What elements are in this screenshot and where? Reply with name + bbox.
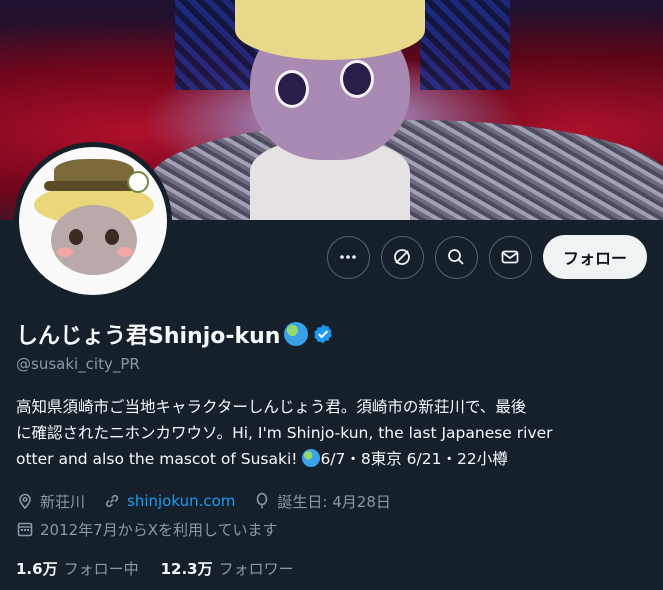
link-icon xyxy=(105,494,119,508)
globe-emoji-icon xyxy=(284,322,309,346)
follow-stats: 1.6万 フォロー中 12.3万 フォロワー xyxy=(16,558,294,579)
followers-count: 12.3万 xyxy=(160,560,213,578)
following-count: 1.6万 xyxy=(16,560,58,578)
verified-badge-icon[interactable] xyxy=(312,323,334,345)
more-button[interactable] xyxy=(326,235,370,279)
location-icon xyxy=(19,493,31,510)
bio: 高知県須崎市ご当地キャラクターしんじょう君。須崎市の新荘川で、最後 に確認された… xyxy=(16,394,636,472)
bio-line: 高知県須崎市ご当地キャラクターしんじょう君。須崎市の新荘川で、最後 xyxy=(16,398,527,416)
banner-mascot-hair xyxy=(235,0,425,60)
profile-meta: 新荘川 shinjokun.com 誕生日: 4月28日 2012年7月からXを… xyxy=(16,488,391,542)
banner-mascot-eye xyxy=(340,60,374,98)
mail-icon xyxy=(502,250,519,264)
grok-button[interactable] xyxy=(380,235,424,279)
avatar-cheek xyxy=(57,247,73,257)
banner-sign-right xyxy=(420,0,510,90)
location-text: 新荘川 xyxy=(40,492,86,511)
bio-line: に確認されたニホンカワウソ。Hi, I'm Shinjo-kun, the la… xyxy=(16,424,553,442)
website-item: shinjokun.com xyxy=(103,492,235,510)
location-item: 新荘川 xyxy=(16,491,85,512)
bio-line: otter and also the mascot of Susaki! 6/7… xyxy=(16,446,636,472)
avatar-face xyxy=(51,205,137,275)
avatar-image xyxy=(19,147,167,295)
avatar[interactable] xyxy=(14,142,172,300)
birthday-text: 誕生日: 4月28日 xyxy=(277,492,391,511)
followers-link[interactable]: 12.3万 フォロワー xyxy=(161,558,294,579)
profile-name-row: しんじょう君Shinjo-kun xyxy=(16,318,334,350)
handle: @susaki_city_PR xyxy=(16,355,140,373)
following-link[interactable]: 1.6万 フォロー中 xyxy=(16,558,139,579)
joined-text: 2012年7月からXを利用しています xyxy=(40,520,278,539)
bio-text: otter and also the mascot of Susaki! xyxy=(16,450,303,468)
followers-label: フォロワー xyxy=(218,560,294,578)
message-button[interactable] xyxy=(488,235,532,279)
grok-icon xyxy=(394,249,411,265)
profile-actions: フォロー xyxy=(326,235,647,279)
globe-emoji-icon xyxy=(302,449,321,467)
following-label: フォロー中 xyxy=(63,560,139,578)
search-icon xyxy=(448,249,465,265)
follow-button[interactable]: フォロー xyxy=(542,235,647,279)
bio-text: 6/7・8東京 6/21・22小樽 xyxy=(320,450,508,468)
calendar-icon xyxy=(17,522,33,537)
avatar-eye xyxy=(69,229,83,245)
search-button[interactable] xyxy=(434,235,478,279)
avatar-cheek xyxy=(117,247,133,257)
banner-mascot-eye xyxy=(275,70,309,108)
avatar-eye xyxy=(105,229,119,245)
website-link[interactable]: shinjokun.com xyxy=(127,492,235,510)
display-name: しんじょう君Shinjo-kun xyxy=(16,324,281,349)
birthday-item: 誕生日: 4月28日 xyxy=(253,491,391,512)
balloon-icon xyxy=(257,492,268,509)
more-icon xyxy=(340,255,357,259)
avatar-flower xyxy=(127,171,149,193)
joined-item: 2012年7月からXを利用しています xyxy=(16,516,391,542)
